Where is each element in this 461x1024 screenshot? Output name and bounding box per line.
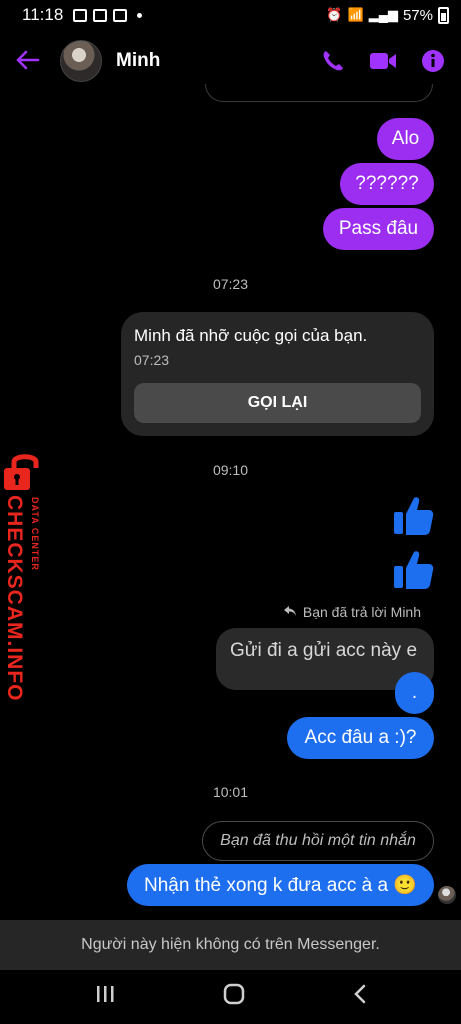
message-bubble-sent[interactable]: Nhận thẻ xong k đưa acc à a 🙂 <box>127 864 434 906</box>
timestamp: 10:01 <box>212 784 249 800</box>
missed-call-card: Minh đã nhỡ cuộc gọi của bạn. 07:23 GỌI … <box>121 312 434 436</box>
back-arrow-icon[interactable] <box>16 46 56 76</box>
home-icon[interactable] <box>223 983 245 1012</box>
status-time: 11:18 <box>22 5 64 24</box>
timestamp: 09:10 <box>212 462 249 478</box>
unavailable-notice: Người này hiện không có trên Messenger. <box>0 920 461 970</box>
recent-apps-icon[interactable] <box>94 983 116 1011</box>
more-notifications-dot-icon <box>137 12 143 18</box>
missed-call-text: Minh đã nhỡ cuộc gọi của bạn. <box>134 326 368 345</box>
recalled-message: Bạn đã thu hồi một tin nhắn <box>202 821 434 861</box>
messenger-notif-icon <box>113 8 128 22</box>
wifi-icon: 📶 <box>347 7 364 22</box>
video-call-icon[interactable] <box>369 51 397 71</box>
voice-call-icon[interactable] <box>321 49 345 73</box>
reply-note-text: Bạn đã trả lời Minh <box>302 604 421 620</box>
reply-note: Bạn đã trả lời Minh <box>283 604 421 620</box>
facebook-icon <box>93 8 108 22</box>
previous-message-edge <box>205 84 433 102</box>
battery-percent: 57% <box>402 6 433 24</box>
message-bubble-sent[interactable]: Pass đâu <box>323 208 434 250</box>
contact-name[interactable]: Minh <box>116 50 160 72</box>
alarm-icon: ⏰ <box>326 7 343 22</box>
lock-icon <box>2 452 46 492</box>
reply-arrow-icon <box>283 604 297 620</box>
battery-icon <box>438 6 449 24</box>
message-bubble-sent[interactable]: ?????? <box>340 163 434 205</box>
chat-header: Minh <box>0 30 461 92</box>
missed-call-time: 07:23 <box>134 352 170 368</box>
thumbs-up-icon[interactable] <box>392 494 434 543</box>
system-nav-bar <box>0 970 461 1024</box>
message-bubble-sent[interactable]: Alo <box>377 118 434 160</box>
read-receipt-avatar <box>438 886 456 904</box>
message-bubble-sent[interactable]: Acc đâu a :)? <box>287 717 434 759</box>
message-thread[interactable]: Alo ?????? Pass đâu 07:23 Minh đã nhỡ cu… <box>0 84 461 920</box>
timestamp: 07:23 <box>212 276 249 292</box>
signal-icon: ▂▄▆ <box>368 7 398 22</box>
back-nav-icon[interactable] <box>353 983 367 1011</box>
message-bubble-sent[interactable]: . <box>395 672 434 714</box>
contact-avatar[interactable] <box>60 40 102 82</box>
call-back-button[interactable]: GỌI LẠI <box>134 383 421 423</box>
status-bar: 11:18 ⏰ 📶 ▂▄▆ 57% <box>0 0 461 30</box>
watermark-text: CHECKSCAM.INFO <box>3 495 26 702</box>
watermark-subtext: DATA CENTER <box>30 497 40 571</box>
info-icon[interactable] <box>421 49 445 73</box>
gallery-icon <box>73 8 88 22</box>
thumbs-up-icon[interactable] <box>392 548 434 597</box>
